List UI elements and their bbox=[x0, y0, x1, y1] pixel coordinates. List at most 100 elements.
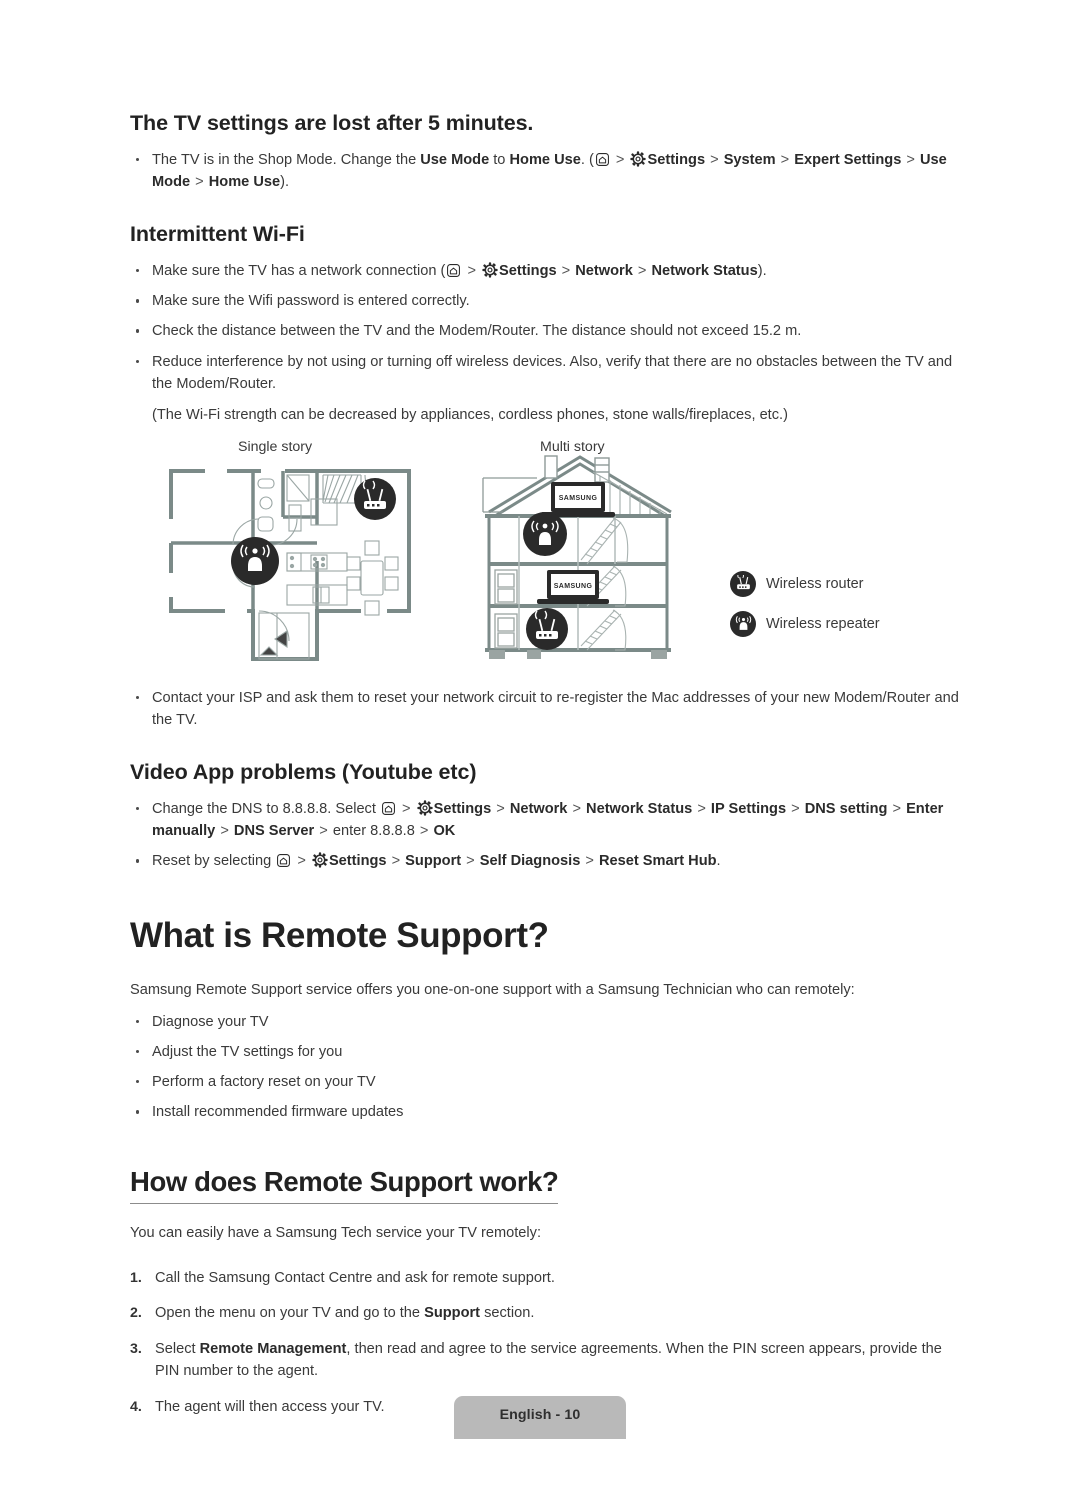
body-text: Change the DNS to 8.8.8.8. Select bbox=[152, 801, 380, 818]
wireless-router-icon bbox=[730, 570, 756, 597]
bullet-list-remote-support-capabilities: Diagnose your TV Adjust the TV settings … bbox=[130, 1011, 960, 1124]
emphasis-text: OK bbox=[433, 823, 456, 840]
home-icon bbox=[381, 801, 396, 816]
breadcrumb-separator: > bbox=[462, 853, 479, 870]
bullet-list-intermittent-wifi: Make sure the TV has a network connectio… bbox=[130, 260, 960, 395]
body-text: ). bbox=[757, 263, 767, 280]
gear-icon bbox=[417, 800, 433, 816]
bullet-list-isp: Contact your ISP and ask them to reset y… bbox=[130, 687, 960, 731]
breadcrumb-separator: > bbox=[315, 823, 332, 840]
breadcrumb-separator: > bbox=[463, 263, 481, 280]
list-item: 1. Call the Samsung Contact Centre and a… bbox=[130, 1267, 960, 1290]
single-story-floorplan-diagram bbox=[165, 461, 415, 671]
diagram-caption-multi-story: Multi story bbox=[540, 438, 605, 455]
home-icon bbox=[276, 853, 291, 868]
list-item: 2. Open the menu on your TV and go to th… bbox=[130, 1302, 960, 1325]
legend-label-wireless-repeater: Wireless repeater bbox=[766, 615, 880, 632]
breadcrumb-separator: > bbox=[581, 853, 598, 870]
breadcrumb-separator: > bbox=[633, 263, 651, 280]
list-item: Contact your ISP and ask them to reset y… bbox=[130, 687, 960, 731]
emphasis-text: Support bbox=[405, 853, 462, 870]
multi-story-house-diagram: SAMSUNG SAMSUNG bbox=[475, 454, 690, 674]
body-text: enter 8.8.8.8 bbox=[332, 823, 419, 840]
body-text: ). bbox=[280, 174, 290, 191]
body-text: Reduce interference by not using or turn… bbox=[152, 353, 953, 392]
breadcrumb-separator: > bbox=[419, 823, 433, 840]
step-marker: 1. bbox=[130, 1269, 142, 1286]
breadcrumb-separator: > bbox=[888, 801, 906, 818]
gear-icon bbox=[482, 262, 498, 278]
body-text: Make sure the TV has a network connectio… bbox=[152, 263, 446, 280]
list-item: Adjust the TV settings for you bbox=[130, 1041, 960, 1063]
step-marker: 3. bbox=[130, 1340, 142, 1357]
breadcrumb-separator: > bbox=[557, 263, 575, 280]
body-text: Install recommended firmware updates bbox=[152, 1104, 404, 1121]
emphasis-text: Network Status bbox=[586, 801, 693, 818]
diagram-legend: Wireless router Wireless repeater bbox=[730, 570, 880, 651]
breadcrumb-separator: > bbox=[693, 801, 710, 818]
how-remote-support-works-intro: You can easily have a Samsung Tech servi… bbox=[130, 1225, 542, 1242]
svg-text:SAMSUNG: SAMSUNG bbox=[559, 495, 598, 502]
emphasis-text: Settings bbox=[647, 151, 706, 168]
wifi-strength-note: (The Wi-Fi strength can be decreased by … bbox=[152, 406, 788, 423]
emphasis-text: DNS Server bbox=[233, 823, 315, 840]
body-text: Make sure the Wifi password is entered c… bbox=[152, 293, 470, 310]
breadcrumb-separator: > bbox=[902, 151, 919, 168]
tv-device-middle-floor: SAMSUNG bbox=[537, 569, 609, 604]
home-icon bbox=[446, 263, 461, 278]
remote-support-intro: Samsung Remote Support service offers yo… bbox=[130, 981, 855, 998]
breadcrumb-separator: > bbox=[191, 174, 208, 191]
breadcrumb-separator: > bbox=[387, 853, 405, 870]
emphasis-text: Reset Smart Hub bbox=[598, 853, 717, 870]
body-text: Check the distance between the TV and th… bbox=[152, 323, 802, 340]
gear-icon bbox=[312, 852, 328, 869]
wireless-repeater-badge-floorplan bbox=[231, 536, 279, 585]
emphasis-text: Settings bbox=[433, 801, 492, 818]
step-text: Call the Samsung Contact Centre and ask … bbox=[155, 1270, 555, 1286]
breadcrumb-separator: > bbox=[787, 801, 804, 818]
list-item: Install recommended firmware updates bbox=[130, 1101, 960, 1123]
body-text: . bbox=[716, 853, 721, 870]
wireless-repeater-badge-house bbox=[523, 511, 567, 556]
legend-label-wireless-router: Wireless router bbox=[766, 575, 864, 592]
page-footer: English - 10 bbox=[0, 1396, 1080, 1439]
wifi-coverage-diagrams: Single story Multi story SAMSUNG SAMSUNG… bbox=[130, 439, 960, 687]
emphasis-text: Self Diagnosis bbox=[479, 853, 581, 870]
body-text: . ( bbox=[580, 151, 594, 168]
list-item: 3. Select Remote Management, then read a… bbox=[130, 1338, 960, 1383]
emphasis-text: IP Settings bbox=[710, 801, 787, 818]
page-title-how-does-remote-support-work: How does Remote Support work? bbox=[130, 1165, 559, 1205]
body-text: Call the Samsung Contact Centre and ask … bbox=[155, 1269, 555, 1286]
body-text: Reset by selecting bbox=[152, 853, 276, 870]
emphasis-text: DNS setting bbox=[804, 801, 888, 818]
svg-text:SAMSUNG: SAMSUNG bbox=[554, 583, 593, 590]
legend-row-wireless-repeater: Wireless repeater bbox=[730, 610, 880, 637]
list-item: Reduce interference by not using or turn… bbox=[130, 351, 960, 395]
emphasis-text: Remote Management bbox=[199, 1340, 347, 1357]
gear-icon bbox=[630, 151, 647, 167]
step-text: Select Remote Management, then read and … bbox=[155, 1341, 942, 1380]
emphasis-text: System bbox=[723, 151, 776, 168]
breadcrumb-separator: > bbox=[216, 823, 233, 840]
emphasis-text: Network bbox=[575, 263, 633, 280]
document-page: The TV settings are lost after 5 minutes… bbox=[0, 0, 1080, 1494]
body-text: Select bbox=[155, 1340, 200, 1357]
list-item: Make sure the TV has a network connectio… bbox=[130, 260, 960, 282]
breadcrumb-separator: > bbox=[611, 151, 629, 168]
emphasis-text: Settings bbox=[499, 263, 557, 280]
list-item: The TV is in the Shop Mode. Change the U… bbox=[130, 149, 960, 193]
section-heading-tv-settings-lost: The TV settings are lost after 5 minutes… bbox=[130, 111, 534, 135]
list-item: Change the DNS to 8.8.8.8. Select > Sett… bbox=[130, 798, 960, 842]
home-icon bbox=[595, 152, 610, 167]
breadcrumb-separator: > bbox=[776, 151, 794, 168]
emphasis-text: Support bbox=[424, 1305, 481, 1322]
body-text: section. bbox=[480, 1305, 535, 1322]
wireless-router-badge-floorplan bbox=[354, 477, 396, 520]
body-text: Open the menu on your TV and go to the bbox=[155, 1305, 425, 1322]
body-text: Contact your ISP and ask them to reset y… bbox=[152, 689, 959, 729]
list-item: Make sure the Wifi password is entered c… bbox=[130, 290, 960, 312]
step-marker: 2. bbox=[130, 1305, 142, 1322]
page-title-what-is-remote-support: What is Remote Support? bbox=[130, 915, 549, 955]
footer-page-label: English - 10 bbox=[453, 1396, 627, 1439]
wireless-router-badge-house bbox=[526, 607, 568, 650]
